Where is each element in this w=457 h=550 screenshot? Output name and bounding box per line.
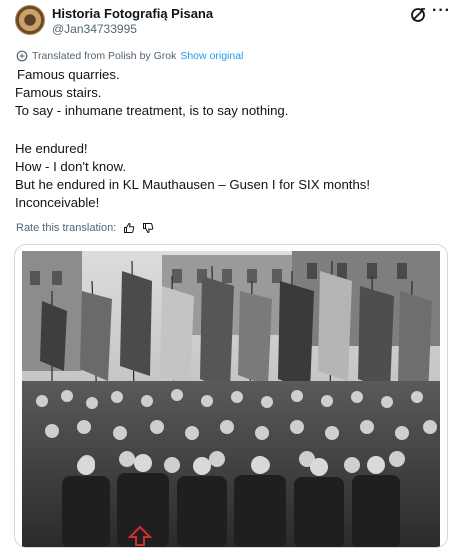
tweet-line: Inconceivable! (15, 195, 100, 210)
avatar[interactable] (15, 5, 45, 35)
thumbs-up-icon[interactable] (123, 222, 135, 234)
author-handle[interactable]: @Jan34733995 (52, 22, 137, 36)
translation-notice: Translated from Polish by Grok (32, 50, 177, 62)
tweet-line: Famous stairs. (15, 85, 102, 100)
tweet-line: How - I don't know. (15, 159, 126, 174)
rate-translation-row: Rate this translation: (16, 220, 154, 236)
historical-photo[interactable] (22, 251, 440, 547)
grok-icon[interactable] (409, 6, 427, 24)
thumbs-down-icon[interactable] (142, 222, 154, 234)
tweet-line: To say - inhumane treatment, is to say n… (15, 103, 289, 118)
tweet-line: He endured! (15, 141, 88, 156)
author-name[interactable]: Historia Fotografią Pisana (52, 6, 213, 21)
media-card[interactable] (14, 244, 448, 548)
tweet-line: But he endured in KL Mauthausen – Gusen … (15, 177, 371, 192)
rate-translation-label: Rate this translation: (16, 222, 117, 234)
tweet-header: Historia Fotografią Pisana @Jan34733995 … (0, 0, 457, 44)
tweet-text: Famous quarries. Famous stairs. To say -… (15, 66, 445, 212)
photo-rendering (22, 251, 440, 547)
tweet-line: Famous quarries. (17, 67, 120, 82)
translation-notice-row: Translated from Polish by Grok Show orig… (16, 49, 243, 63)
translate-icon (16, 50, 28, 62)
more-icon[interactable]: ··· (432, 3, 450, 22)
show-original-link[interactable]: Show original (180, 50, 243, 62)
